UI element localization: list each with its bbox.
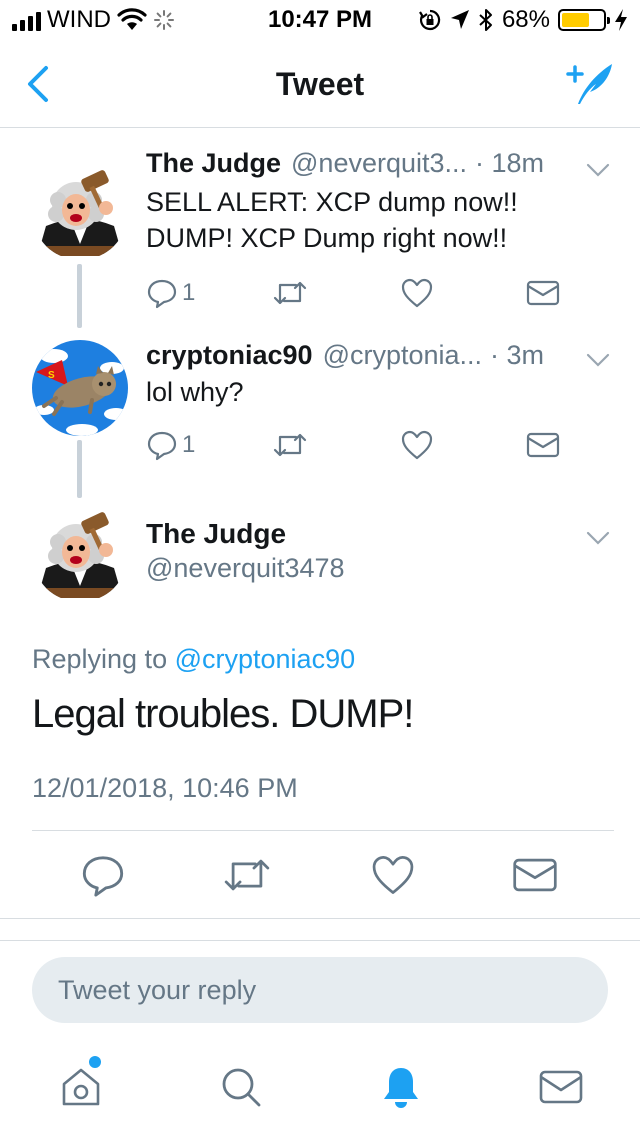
divider [0,918,640,919]
tab-search[interactable] [216,1062,266,1112]
svg-text:S: S [48,370,55,381]
tweet-actions: 1 [146,276,586,310]
bluetooth-icon [479,9,492,31]
direct-message-button[interactable] [526,428,560,462]
tab-messages[interactable] [536,1062,586,1112]
tweet-actions: 1 [146,428,586,462]
like-button[interactable] [400,276,434,310]
battery-icon [558,9,610,31]
like-button[interactable] [370,852,416,898]
supercat-avatar-image: S [32,340,128,436]
author-handle[interactable]: @neverquit3... [291,148,467,179]
compose-tweet-icon [566,64,612,104]
direct-message-button[interactable] [526,276,560,310]
rotation-lock-icon [419,9,441,31]
divider [32,830,614,831]
tweet-text-line: lol why? [146,377,244,407]
tweet-text: SELL ALERT: XCP dump now!! DUMP! XCP Dum… [146,184,600,256]
retweet-icon [273,433,307,457]
tweet-header: The Judge @neverquit3... · 18m [146,148,610,179]
heart-icon [372,856,414,894]
tab-bar [0,1040,640,1136]
tab-home[interactable] [56,1062,106,1112]
judge-avatar-image [32,164,128,260]
like-button[interactable] [400,428,434,462]
retweet-button[interactable] [222,852,270,898]
tweet-header: cryptoniac90 @cryptonia... · 3m [146,340,610,371]
reply-bar [0,940,640,1040]
compose-tweet-button[interactable] [562,58,618,110]
focused-tweet-actions [0,852,640,898]
envelope-icon [526,280,560,306]
thread-connector-line [77,440,82,498]
reply-icon [147,431,177,461]
heart-icon [401,430,433,460]
reply-count: 1 [182,279,196,306]
thread-tweet[interactable]: S cryptoniac90 @cryptonia... · 3m lol wh… [0,328,640,498]
judge-avatar-image [32,506,128,602]
envelope-icon [526,432,560,458]
author-name[interactable]: The Judge [146,518,286,550]
battery-fill [562,13,590,27]
tweet-text-line: DUMP! XCP Dump right now!! [146,223,508,253]
status-bar-right: 68% [418,6,628,34]
battery-percent: 68% [501,6,550,33]
status-bar: WIND 10:47 PM 68% [0,0,640,40]
tweet-date: 12/01/2018, 10:46 PM [32,773,298,803]
replying-to-link[interactable]: @cryptoniac90 [175,644,356,674]
chevron-down-icon[interactable] [586,530,610,546]
reply-count: 1 [182,431,196,458]
author-handle[interactable]: @cryptonia... [323,340,482,371]
tweet-timestamp: · 18m [475,148,545,178]
notifications-icon [384,1068,418,1108]
direct-message-button[interactable] [512,852,558,898]
retweet-button[interactable] [272,428,308,462]
avatar[interactable] [32,506,128,602]
envelope-icon [513,858,557,892]
charging-bolt-icon [615,9,627,31]
reply-icon [147,279,177,309]
tweet-timestamp: · 3m [490,340,545,370]
reply-icon [82,856,124,897]
back-button[interactable] [20,62,60,106]
reply-button[interactable]: 1 [146,276,195,310]
messages-icon [539,1070,583,1104]
thread-tweet[interactable]: The Judge @neverquit3... · 18m SELL ALER… [0,128,640,328]
reply-input[interactable] [32,957,608,1023]
back-chevron-icon [28,66,48,102]
heart-icon [401,278,433,308]
author-name[interactable]: The Judge [146,148,281,179]
tweet-text-line: SELL ALERT: XCP dump now!! [146,187,518,217]
retweet-icon [273,281,307,305]
location-icon [450,10,469,29]
reply-button[interactable]: 1 [146,428,195,462]
home-new-content-indicator [89,1056,101,1068]
tab-notifications[interactable] [376,1062,426,1112]
retweet-icon [224,859,270,891]
chevron-down-icon[interactable] [586,352,610,368]
avatar[interactable] [32,164,128,260]
author-name[interactable]: cryptoniac90 [146,340,313,371]
tweet-text: lol why? [146,374,600,410]
author-handle[interactable]: @neverquit3478 [146,553,345,584]
replying-to-label: Replying to [32,644,168,674]
replying-to: Replying to @cryptoniac90 [32,644,355,675]
thread-connector-line [77,264,82,328]
navigation-bar: Tweet [0,40,640,128]
search-icon [222,1068,261,1107]
avatar[interactable]: S [32,340,128,436]
home-icon [62,1068,100,1106]
page-title: Tweet [275,66,365,102]
chevron-down-icon[interactable] [586,162,610,178]
tweet-text: Legal troubles. DUMP! [32,692,414,736]
reply-button[interactable] [80,852,126,898]
retweet-button[interactable] [272,276,308,310]
